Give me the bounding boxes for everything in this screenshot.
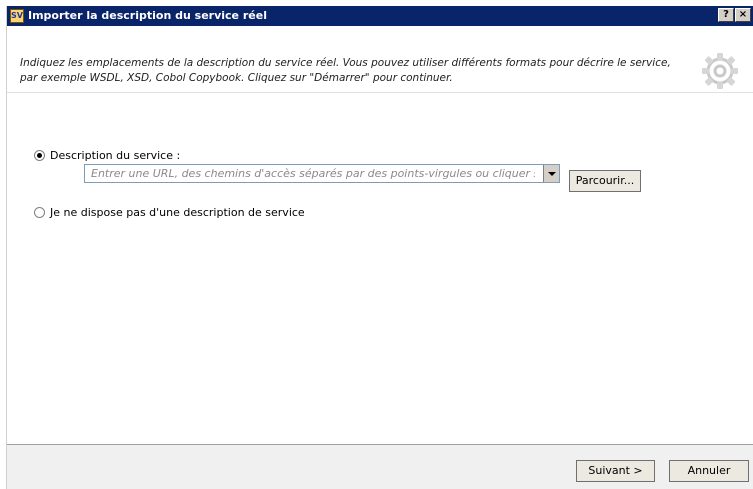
- header-panel: Indiquez les emplacements de la descript…: [7, 26, 753, 93]
- location-combobox[interactable]: Entrer une URL, des chemins d'accès sépa…: [84, 164, 560, 183]
- browse-button[interactable]: Parcourir...: [569, 170, 641, 192]
- next-button[interactable]: Suivant >: [576, 460, 655, 482]
- no-description-radio[interactable]: [34, 206, 45, 218]
- gear-icon: [702, 53, 738, 89]
- window-title: Importer la description du service réel: [28, 9, 267, 22]
- chevron-down-icon[interactable]: [543, 165, 559, 182]
- help-button[interactable]: ?: [718, 8, 734, 22]
- import-dialog: SV Importer la description du service ré…: [6, 6, 753, 489]
- no-description-label: Je ne dispose pas d'une description de s…: [50, 205, 305, 219]
- service-description-label: Description du service :: [50, 148, 181, 162]
- service-description-option[interactable]: Description du service :: [34, 148, 180, 162]
- app-icon: SV: [10, 9, 24, 23]
- no-description-option[interactable]: Je ne dispose pas d'une description de s…: [34, 205, 305, 219]
- header-description: Indiquez les emplacements de la descript…: [20, 57, 671, 84]
- cancel-button[interactable]: Annuler: [669, 460, 749, 482]
- service-description-radio[interactable]: [34, 149, 45, 161]
- title-bar[interactable]: SV Importer la description du service ré…: [7, 6, 753, 26]
- close-button[interactable]: ×: [735, 8, 751, 22]
- location-input[interactable]: Entrer une URL, des chemins d'accès sépa…: [91, 167, 535, 180]
